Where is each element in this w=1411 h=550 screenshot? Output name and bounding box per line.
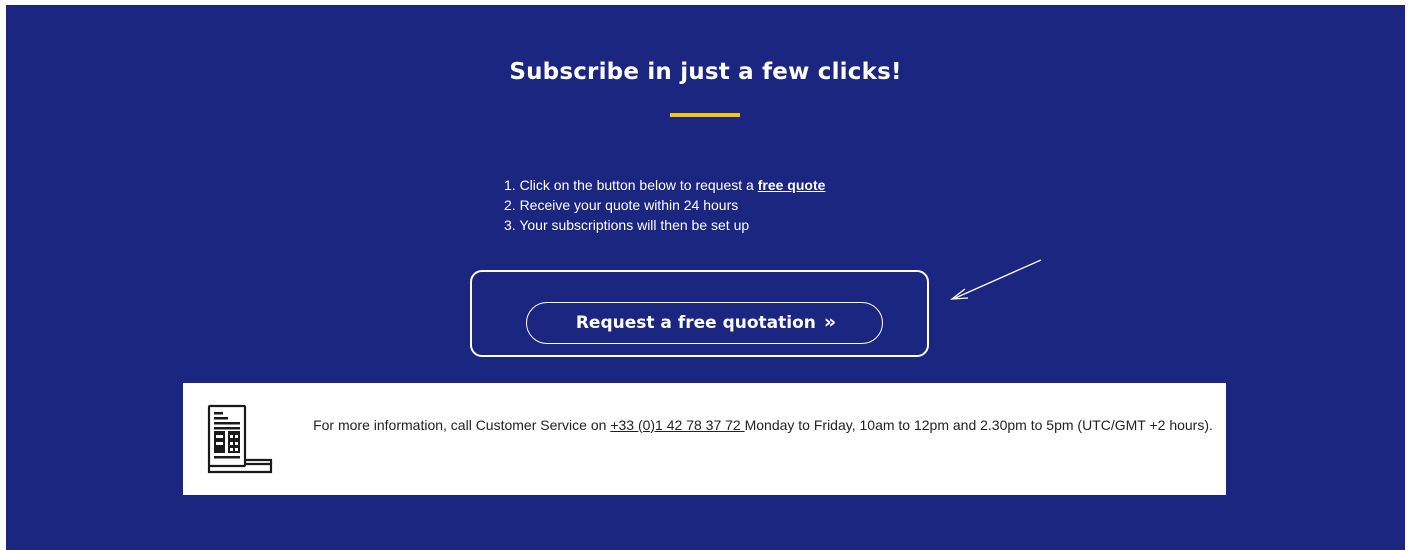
section-title: Subscribe in just a few clicks! bbox=[509, 59, 902, 85]
step-1: 1. Click on the button below to request … bbox=[504, 175, 825, 195]
document-calculator-icon bbox=[207, 404, 273, 474]
free-quote-link[interactable]: free quote bbox=[758, 177, 826, 193]
annotation-arrow-icon bbox=[949, 259, 1042, 300]
step-1-text: 1. Click on the button below to request … bbox=[504, 177, 758, 193]
steps-list: 1. Click on the button below to request … bbox=[504, 175, 825, 235]
title-underline bbox=[670, 113, 740, 117]
request-quotation-button[interactable]: Request a free quotation » bbox=[526, 302, 883, 344]
info-text-before: For more information, call Customer Serv… bbox=[313, 417, 611, 433]
request-quotation-label: Request a free quotation bbox=[575, 313, 816, 333]
step-3: 3. Your subscriptions will then be set u… bbox=[504, 217, 750, 233]
customer-service-text: For more information, call Customer Serv… bbox=[313, 415, 1213, 436]
double-chevron-right-icon: » bbox=[823, 311, 836, 333]
info-text-after: Monday to Friday, 10am to 12pm and 2.30p… bbox=[744, 417, 1213, 433]
customer-service-box: For more information, call Customer Serv… bbox=[183, 383, 1226, 495]
step-2: 2. Receive your quote within 24 hours bbox=[504, 197, 739, 213]
phone-link[interactable]: +33 (0)1 42 78 37 72 bbox=[610, 417, 744, 433]
